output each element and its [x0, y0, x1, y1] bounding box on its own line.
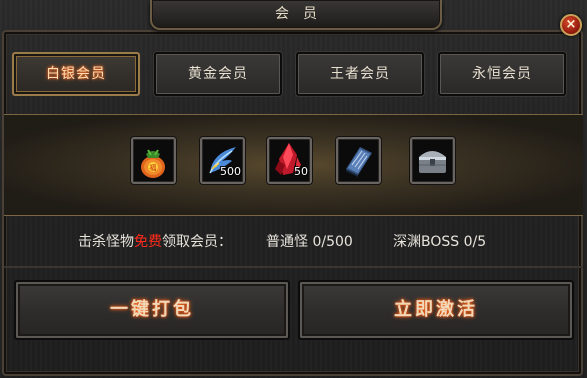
reward-slot[interactable]	[336, 137, 381, 184]
window-title: 会员	[275, 6, 331, 22]
reward-slot[interactable]	[410, 137, 455, 184]
tab-gold-member[interactable]: 黄金会员	[154, 52, 282, 96]
svg-text:福: 福	[150, 163, 157, 172]
reward-slot[interactable]: 500	[200, 137, 245, 184]
reward-count: 50	[294, 165, 308, 178]
tab-label: 黄金会员	[188, 66, 248, 82]
silver-chest-icon	[419, 151, 446, 173]
tab-label: 永恒会员	[472, 66, 532, 82]
requirement-prefix: 击杀怪物	[78, 234, 134, 250]
free-highlight: 免费	[134, 234, 162, 250]
membership-tabs: 白银会员 黄金会员 王者会员 永恒会员	[8, 46, 579, 104]
button-label: 立即激活	[394, 299, 478, 320]
close-icon: ×	[565, 17, 577, 32]
divider	[4, 266, 583, 268]
normal-monster-progress: 普通怪 0/500	[266, 234, 353, 250]
requirement-label: 击杀怪物免费领取会员：	[78, 231, 232, 251]
close-button[interactable]: ×	[560, 14, 582, 36]
reward-slot[interactable]: 福	[131, 137, 176, 184]
lucky-bag-icon: 福	[141, 149, 165, 178]
tab-silver-member[interactable]: 白银会员	[12, 52, 140, 96]
tab-label: 白银会员	[46, 66, 106, 82]
title-plaque: 会员	[150, 0, 442, 30]
tab-label: 王者会员	[330, 66, 390, 82]
tab-eternal-member[interactable]: 永恒会员	[438, 52, 566, 96]
requirement-suffix: 领取会员：	[162, 234, 232, 250]
vip-window: { "window": { "title": "会员", "close_labe…	[0, 0, 587, 378]
kill-requirement: 击杀怪物免费领取会员： 普通怪 0/500 深渊BOSS 0/5	[0, 229, 587, 253]
abyss-boss-progress: 深渊BOSS 0/5	[393, 234, 487, 250]
activate-now-button[interactable]: 立即激活	[298, 280, 574, 340]
blue-book-icon	[346, 147, 372, 177]
reward-slot[interactable]: 50	[267, 137, 312, 184]
button-label: 一键打包	[110, 299, 194, 320]
tab-king-member[interactable]: 王者会员	[296, 52, 424, 96]
reward-count: 500	[220, 165, 241, 178]
one-click-pack-button[interactable]: 一键打包	[14, 280, 290, 340]
